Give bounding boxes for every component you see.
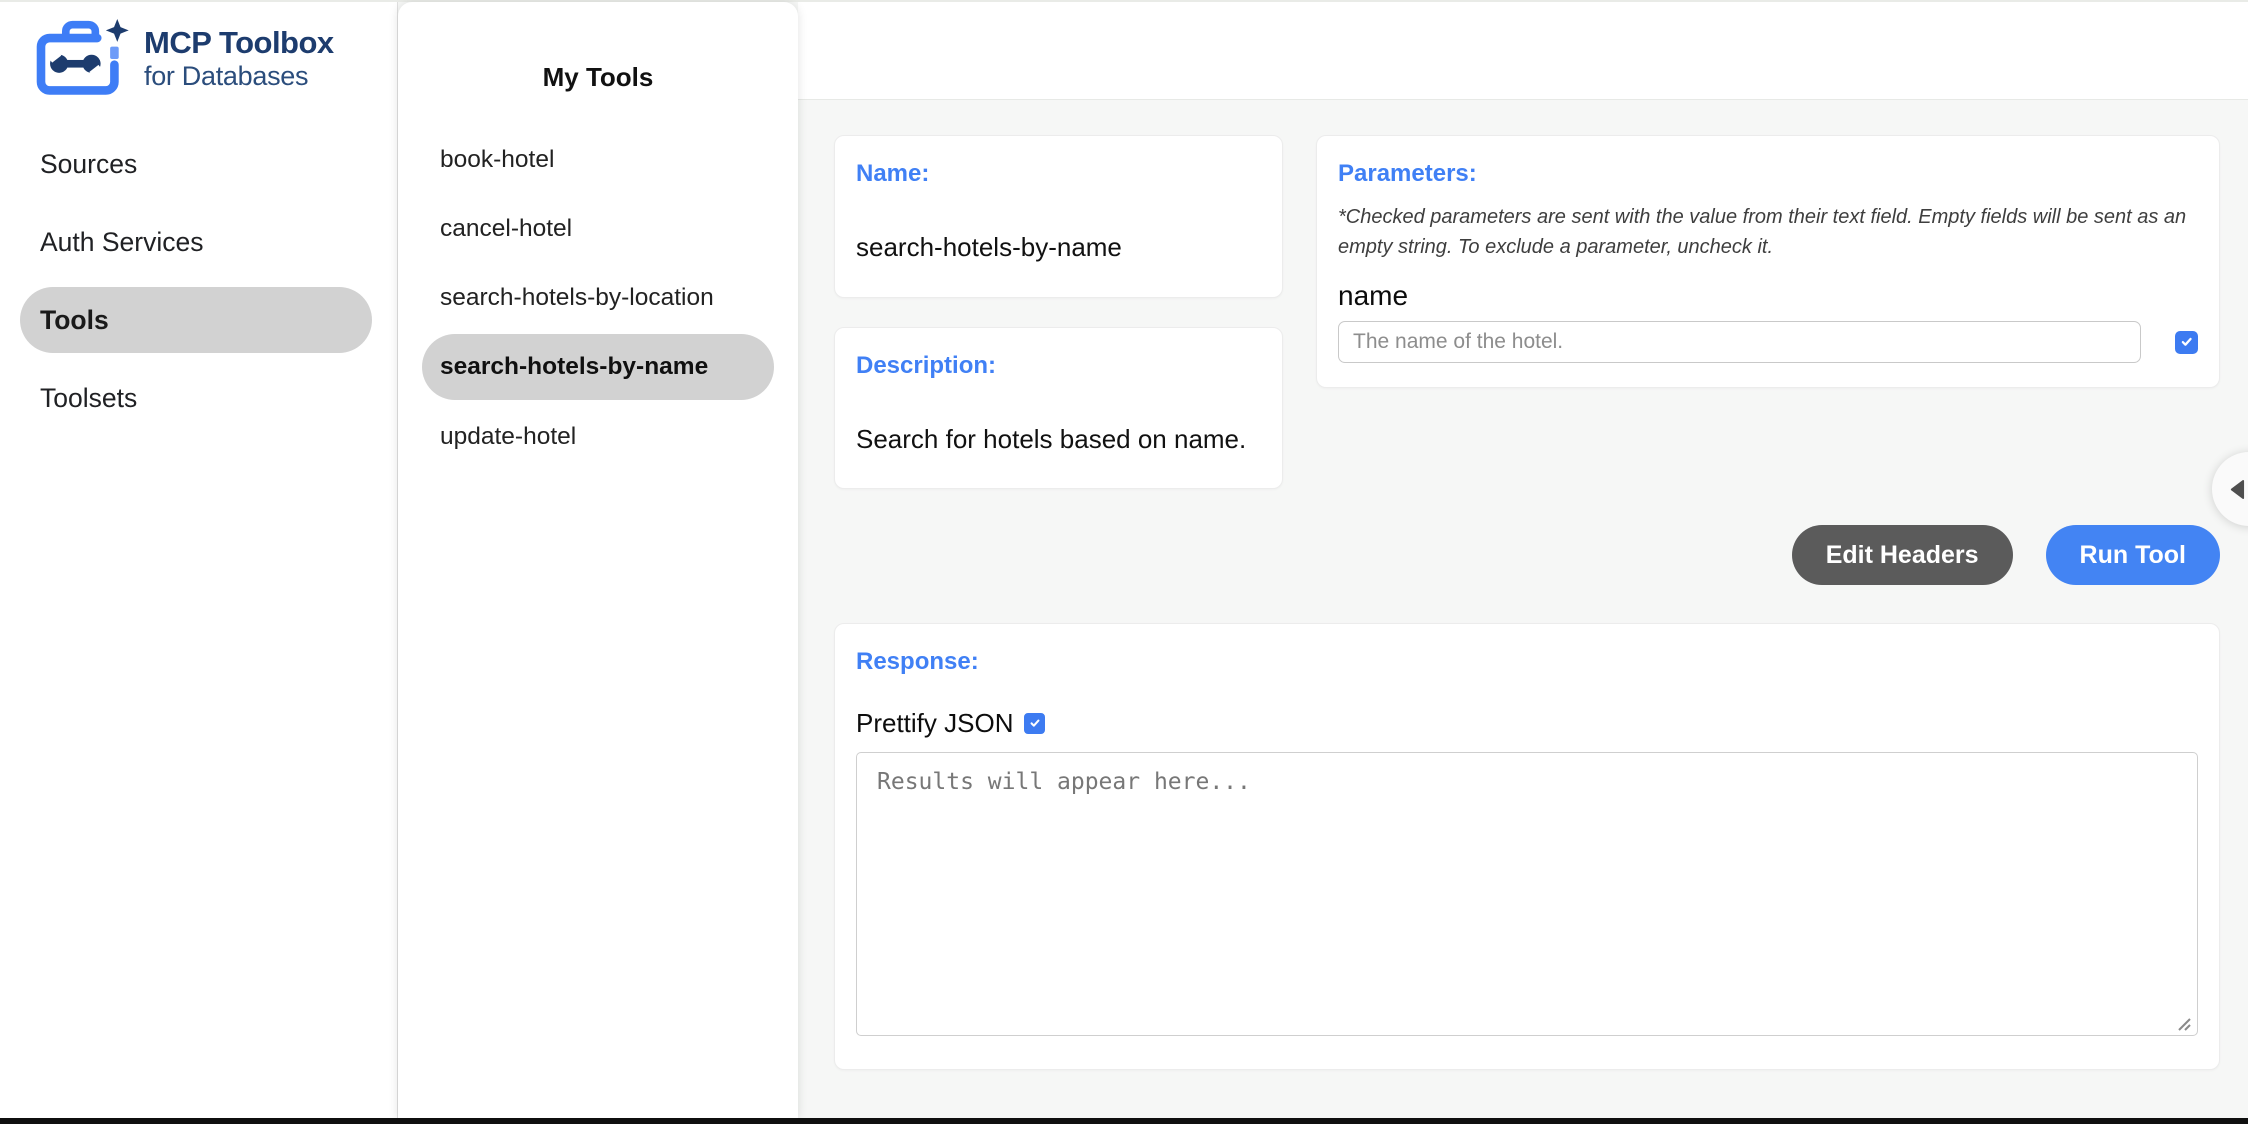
- description-card-label: Description:: [856, 352, 1261, 380]
- response-card-label: Response:: [856, 648, 2198, 676]
- tools-panel-title: My Tools: [398, 62, 798, 93]
- prettify-json-row: Prettify JSON: [856, 708, 2198, 739]
- resize-handle-icon[interactable]: [2176, 1016, 2192, 1032]
- chevron-left-icon: [2228, 479, 2245, 500]
- sparkle-icon: [106, 19, 129, 42]
- parameters-note: *Checked parameters are sent with the va…: [1338, 202, 2198, 262]
- sidebar-item-tools[interactable]: Tools: [20, 287, 372, 353]
- param-name-checkbox[interactable]: [2175, 331, 2198, 354]
- name-card: Name: search-hotels-by-name: [834, 135, 1283, 298]
- tool-item-cancel-hotel[interactable]: cancel-hotel: [398, 194, 798, 263]
- param-name-label: name: [1338, 280, 2198, 312]
- bottom-taskbar-edge: [0, 1118, 2248, 1124]
- checkmark-icon: [1029, 717, 1041, 729]
- tool-item-update-hotel[interactable]: update-hotel: [398, 402, 798, 471]
- param-name-input[interactable]: [1338, 321, 2141, 363]
- main-content: Name: search-hotels-by-name Description:…: [798, 2, 2248, 1118]
- sidebar: MCP Toolbox for Databases Sources Auth S…: [0, 2, 398, 1118]
- tool-item-search-hotels-by-location[interactable]: search-hotels-by-location: [398, 263, 798, 332]
- response-textarea[interactable]: [856, 752, 2198, 1036]
- name-card-label: Name:: [856, 160, 1261, 188]
- tool-detail-view: Name: search-hotels-by-name Description:…: [798, 100, 2248, 1070]
- param-row: [1338, 321, 2198, 363]
- logo: MCP Toolbox for Databases: [0, 2, 397, 100]
- sidebar-nav: Sources Auth Services Tools Toolsets: [0, 125, 397, 437]
- prettify-json-checkbox[interactable]: [1024, 713, 1045, 734]
- run-tool-button[interactable]: Run Tool: [2046, 525, 2220, 585]
- actions-row: Edit Headers Run Tool: [834, 525, 2220, 585]
- response-output-wrap: [856, 752, 2198, 1041]
- header-band: [798, 2, 2248, 100]
- response-card: Response: Prettify JSON: [834, 623, 2220, 1070]
- edit-headers-button[interactable]: Edit Headers: [1792, 525, 2013, 585]
- checkmark-icon: [2180, 335, 2194, 349]
- app-root: MCP Toolbox for Databases Sources Auth S…: [0, 0, 2248, 1118]
- sidebar-item-sources[interactable]: Sources: [0, 125, 397, 203]
- name-description-column: Name: search-hotels-by-name Description:…: [834, 135, 1283, 489]
- sidebar-item-toolsets[interactable]: Toolsets: [0, 359, 397, 437]
- sidebar-item-auth-services[interactable]: Auth Services: [0, 203, 397, 281]
- parameters-card: Parameters: *Checked parameters are sent…: [1316, 135, 2220, 388]
- description-card: Description: Search for hotels based on …: [834, 327, 1283, 489]
- tools-list: book-hotel cancel-hotel search-hotels-by…: [398, 125, 798, 471]
- tool-item-book-hotel[interactable]: book-hotel: [398, 125, 798, 194]
- tool-name-value: search-hotels-by-name: [856, 232, 1261, 263]
- logo-title: MCP Toolbox: [144, 26, 334, 60]
- prettify-json-label: Prettify JSON: [856, 708, 1013, 739]
- toolbox-logo-icon: [34, 18, 130, 100]
- logo-subtitle: for Databases: [144, 61, 334, 92]
- tool-description-value: Search for hotels based on name.: [856, 424, 1261, 455]
- parameters-card-label: Parameters:: [1338, 160, 2198, 188]
- logo-text: MCP Toolbox for Databases: [144, 26, 334, 91]
- tool-item-search-hotels-by-name[interactable]: search-hotels-by-name: [422, 334, 774, 400]
- tools-panel: My Tools book-hotel cancel-hotel search-…: [398, 2, 798, 1118]
